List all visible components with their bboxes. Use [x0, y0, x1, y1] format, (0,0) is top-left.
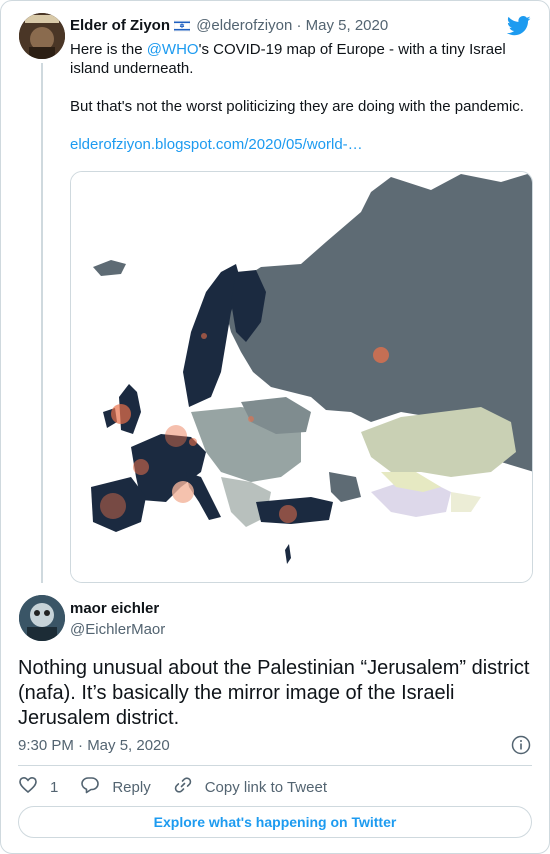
hotspot-belgium	[165, 425, 187, 447]
reply-label: Reply	[112, 778, 151, 796]
parent-paragraph-1: Here is the @WHO's COVID-19 map of Europ…	[70, 40, 530, 78]
like-button[interactable]: 1	[18, 775, 58, 799]
reply-handle[interactable]: @EichlerMaor	[70, 621, 165, 638]
heart-icon	[18, 775, 50, 799]
parent-tweet-text: Here is the @WHO's COVID-19 map of Europ…	[70, 40, 530, 154]
twitter-logo-icon[interactable]	[506, 15, 531, 37]
parent-author-name[interactable]: Elder of Ziyon	[70, 17, 170, 34]
copy-link-button[interactable]: Copy link to Tweet	[173, 775, 327, 799]
thread-line	[41, 63, 43, 583]
blog-link[interactable]: elderofziyon.blogspot.com/2020/05/world-…	[70, 135, 530, 154]
parent-paragraph-2: But that's not the worst politicizing th…	[70, 98, 524, 115]
parent-date[interactable]: May 5, 2020	[306, 17, 389, 34]
hotspot-sweden	[201, 333, 207, 339]
hotspot-france	[133, 459, 149, 475]
copy-link-label: Copy link to Tweet	[204, 778, 327, 796]
hotspot-uk	[111, 404, 131, 424]
link-icon	[173, 775, 205, 799]
hotspot-germany	[189, 438, 197, 446]
action-bar: 1 Reply Copy link to Tweet	[18, 775, 349, 799]
hotspot-italy	[172, 481, 194, 503]
reply-button[interactable]: Reply	[80, 775, 151, 799]
reply-avatar[interactable]	[19, 595, 65, 641]
like-count: 1	[50, 778, 59, 796]
divider	[18, 765, 532, 766]
info-icon[interactable]	[511, 735, 531, 755]
reply-author-name[interactable]: maor eichler	[70, 600, 159, 617]
hotspot-russia	[373, 347, 389, 363]
who-mention-link[interactable]: @WHO	[147, 41, 199, 58]
covid-map-image[interactable]	[70, 171, 533, 583]
parent-header: Elder of Ziyon @elderofziyon · May 5, 20…	[70, 17, 388, 36]
reply-bubble-icon	[80, 775, 112, 799]
tweet-embed-card: Elder of Ziyon @elderofziyon · May 5, 20…	[0, 0, 550, 854]
explore-twitter-button[interactable]: Explore what's happening on Twitter	[18, 806, 532, 838]
header-separator: ·	[296, 17, 302, 34]
parent-handle[interactable]: @elderofziyon	[196, 17, 292, 34]
hotspot-turkey	[279, 505, 297, 523]
israel-flag-icon	[173, 19, 191, 36]
reply-timestamp[interactable]: 9:30 PM · May 5, 2020	[18, 737, 170, 754]
hotspot-spain	[100, 493, 126, 519]
text-before-mention: Here is the	[70, 41, 147, 58]
hotspot-poland	[248, 416, 254, 422]
parent-avatar[interactable]	[19, 13, 65, 59]
reply-tweet-text: Nothing unusual about the Palestinian “J…	[18, 657, 530, 729]
